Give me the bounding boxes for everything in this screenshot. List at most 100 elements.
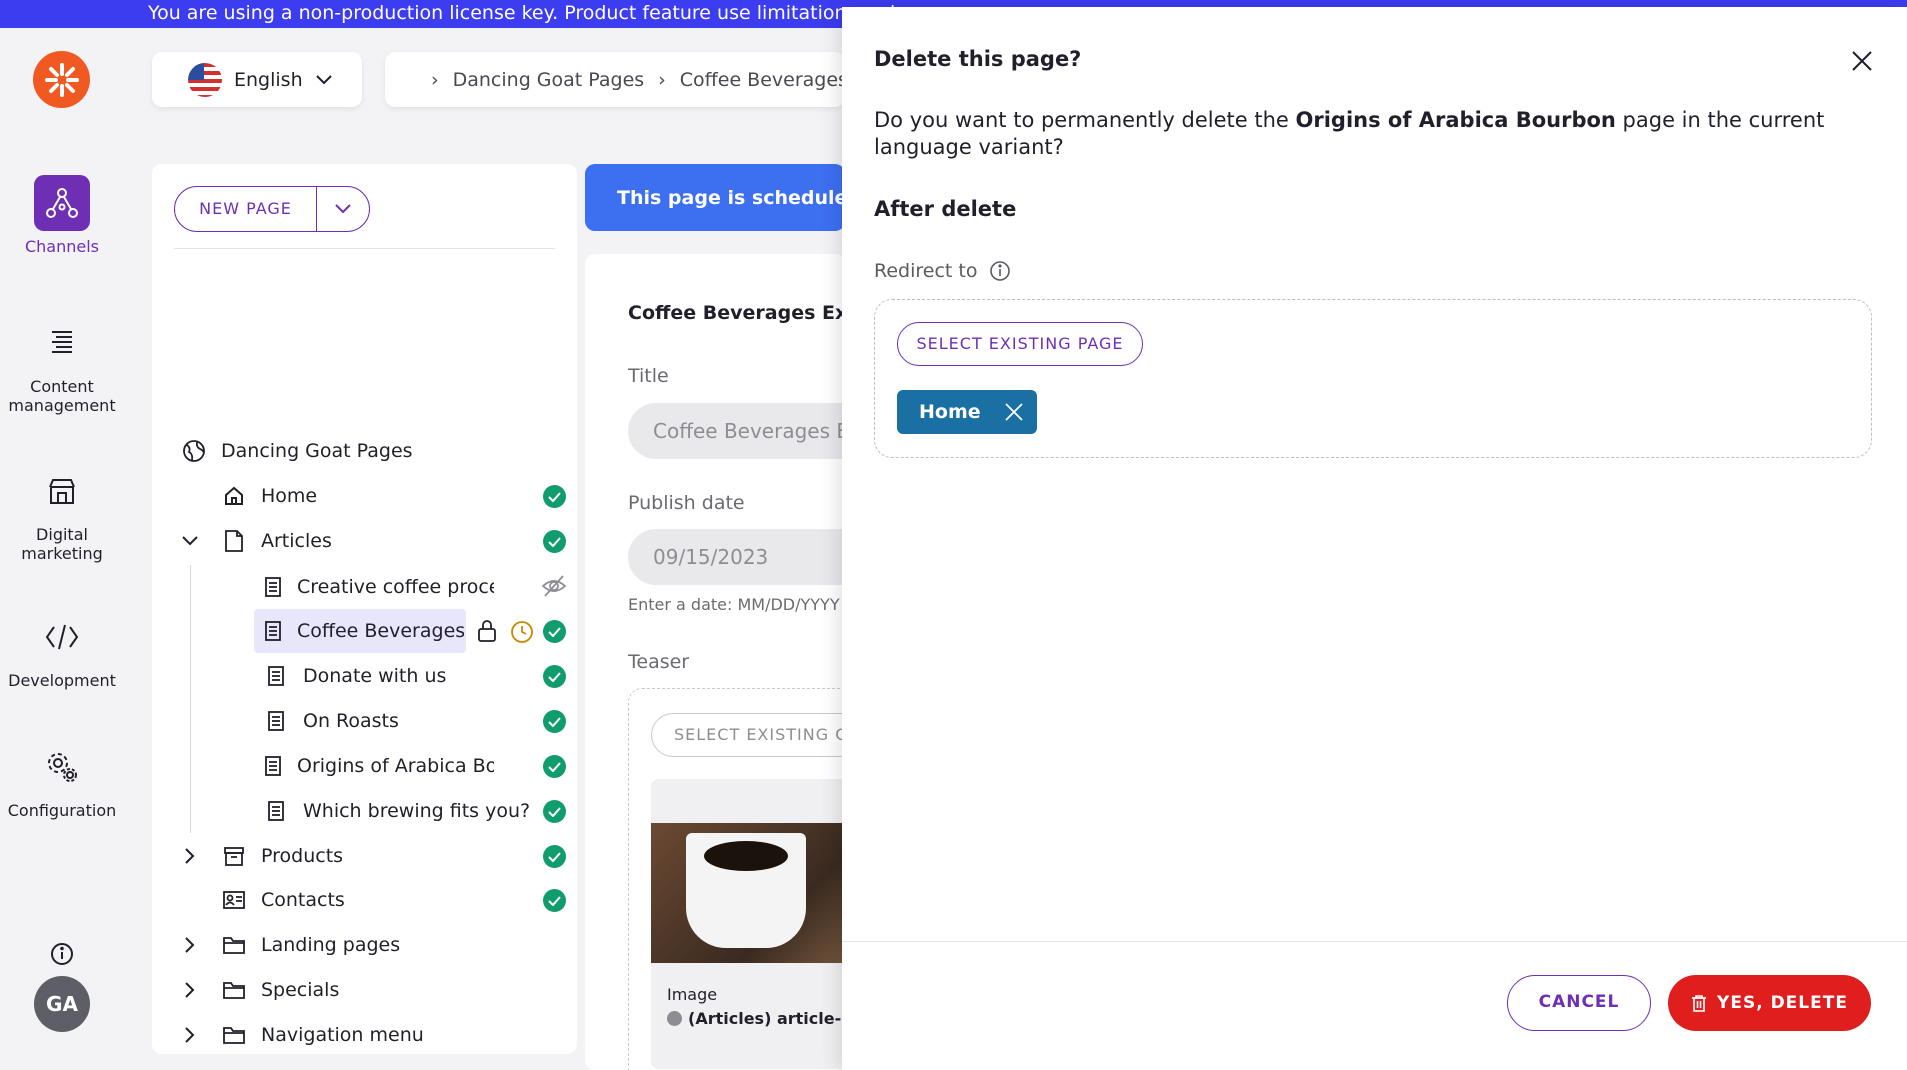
tree-item-coffee-beverages[interactable]: Coffee Beverages Explained (264, 613, 464, 649)
chevron-down-icon (315, 74, 332, 84)
image-name: (Articles) article-1@ (667, 1009, 845, 1028)
breadcrumb-item-root[interactable]: Dancing Goat Pages (453, 69, 645, 91)
new-page-split-button: NEW PAGE (174, 186, 370, 232)
tree-item-label: Articles (261, 530, 332, 552)
chevron-right-icon[interactable] (180, 846, 200, 866)
tree-item-label: Which brewing fits you? (303, 800, 531, 822)
folder-icon (222, 1023, 246, 1047)
tree-item-navigation-menu[interactable]: Navigation menu (222, 1017, 424, 1053)
image-label: Image (667, 985, 718, 1004)
language-selector[interactable]: English (152, 52, 362, 107)
dialog-message: Do you want to permanently delete the Or… (874, 107, 1884, 161)
scheduled-text: This page is scheduled (617, 186, 845, 209)
digital-marketing-icon (34, 463, 90, 519)
tree-item-label: Origins of Arabica Bourbon (297, 755, 494, 777)
published-check-icon (543, 485, 566, 508)
new-page-button[interactable]: NEW PAGE (175, 187, 317, 231)
coffee-image (651, 823, 845, 963)
tree-item-label: Donate with us (303, 665, 447, 687)
confirm-delete-button[interactable]: YES, DELETE (1668, 975, 1871, 1031)
selected-page-chip: Home (897, 390, 1037, 434)
published-check-icon (543, 845, 566, 868)
chevron-right-icon[interactable] (180, 935, 200, 955)
redirect-field: SELECT EXISTING PAGE Home (874, 299, 1872, 458)
status-dot-icon (667, 1011, 682, 1026)
teaser-label: Teaser (628, 651, 690, 673)
nav-digital-marketing[interactable]: Digital marketing (0, 463, 124, 563)
scheduled-clock-icon (510, 620, 534, 649)
tree-item-creative-coffee[interactable]: Creative coffee processing (264, 569, 494, 605)
footer-divider (842, 941, 1907, 942)
tree-item-which-brewing[interactable]: Which brewing fits you? (264, 793, 530, 829)
page-edit-form: Coffee Beverages Expl Title Coffee Bever… (585, 254, 845, 1070)
published-check-icon (543, 889, 566, 912)
info-icon[interactable] (49, 941, 75, 972)
dialog-title: Delete this page? (874, 47, 1082, 71)
tree-root[interactable]: Dancing Goat Pages (182, 433, 413, 469)
close-icon[interactable] (1846, 45, 1878, 77)
page-icon (264, 619, 282, 643)
folder-icon (222, 933, 246, 957)
app-logo[interactable] (33, 51, 90, 108)
confirm-delete-label: YES, DELETE (1717, 993, 1848, 1013)
delete-page-dialog: Delete this page? Do you want to permane… (842, 7, 1907, 1070)
tree-item-products[interactable]: Products (222, 838, 343, 874)
cancel-button[interactable]: CANCEL (1507, 975, 1651, 1031)
tree-item-on-roasts[interactable]: On Roasts (264, 703, 399, 739)
tree-item-home[interactable]: Home (222, 478, 317, 514)
nav-content-management-label: Content management (8, 377, 116, 415)
title-label: Title (628, 365, 669, 387)
tree-item-landing-pages[interactable]: Landing pages (222, 927, 400, 963)
document-icon (222, 529, 246, 553)
tree-item-origins-arabica[interactable]: Origins of Arabica Bourbon (264, 748, 494, 784)
nav-channels-label: Channels (24, 237, 100, 256)
breadcrumb-separator: › (658, 68, 666, 91)
image-name-text: (Articles) article-1@ (688, 1009, 845, 1028)
breadcrumb: › Dancing Goat Pages › Coffee Beverages (385, 52, 845, 107)
tree-item-specials[interactable]: Specials (222, 972, 339, 1008)
teaser-image-card[interactable]: Image (Articles) article-1@ (651, 779, 845, 1069)
remove-icon[interactable] (1005, 403, 1023, 421)
info-icon[interactable] (989, 260, 1011, 282)
tree-item-label: Navigation menu (261, 1024, 424, 1046)
published-check-icon (543, 755, 566, 778)
page-icon (264, 799, 288, 823)
after-delete-heading: After delete (874, 197, 1017, 221)
selected-page-label: Home (919, 401, 981, 423)
scheduled-notice: This page is scheduled (585, 164, 845, 231)
nav-content-management[interactable]: Content management (0, 315, 124, 415)
chevron-right-icon[interactable] (180, 980, 200, 1000)
tree-item-label: Contacts (261, 889, 345, 911)
tree-item-label: Landing pages (261, 934, 401, 956)
trash-icon (1692, 995, 1707, 1012)
tree-guide-line (190, 565, 191, 833)
tree-item-label: Coffee Beverages Explained (297, 620, 464, 642)
content-management-icon (34, 315, 90, 371)
redirect-label-text: Redirect to (874, 260, 978, 282)
divider (174, 248, 555, 249)
breadcrumb-item-current: Coffee Beverages (679, 68, 845, 91)
tree-item-donate[interactable]: Donate with us (264, 658, 446, 694)
new-page-dropdown[interactable] (317, 203, 369, 215)
select-existing-content-button[interactable]: SELECT EXISTING C (651, 713, 845, 757)
page-icon (264, 709, 288, 733)
nav-channels[interactable]: Channels (0, 175, 124, 256)
tree-item-label: Products (261, 845, 344, 867)
page-icon (264, 664, 288, 688)
published-check-icon (543, 530, 566, 553)
title-input[interactable]: Coffee Beverages Ex (628, 403, 845, 459)
nav-development[interactable]: Development (0, 609, 124, 690)
message-page-name: Origins of Arabica Bourbon (1295, 108, 1616, 132)
eye-off-icon (541, 574, 567, 603)
chevron-right-icon[interactable] (180, 1025, 200, 1045)
tree-item-label: Dancing Goat Pages (221, 440, 413, 462)
tree-item-contacts[interactable]: Contacts (222, 882, 345, 918)
chevron-down-icon (335, 204, 351, 214)
nav-configuration-label: Configuration (7, 801, 117, 820)
nav-configuration[interactable]: Configuration (0, 739, 124, 820)
publish-date-input[interactable]: 09/15/2023 (628, 529, 845, 585)
chevron-down-icon[interactable] (180, 531, 200, 551)
select-existing-page-button[interactable]: SELECT EXISTING PAGE (897, 322, 1143, 366)
user-avatar[interactable]: GA (34, 976, 90, 1032)
tree-item-articles[interactable]: Articles (222, 523, 332, 559)
